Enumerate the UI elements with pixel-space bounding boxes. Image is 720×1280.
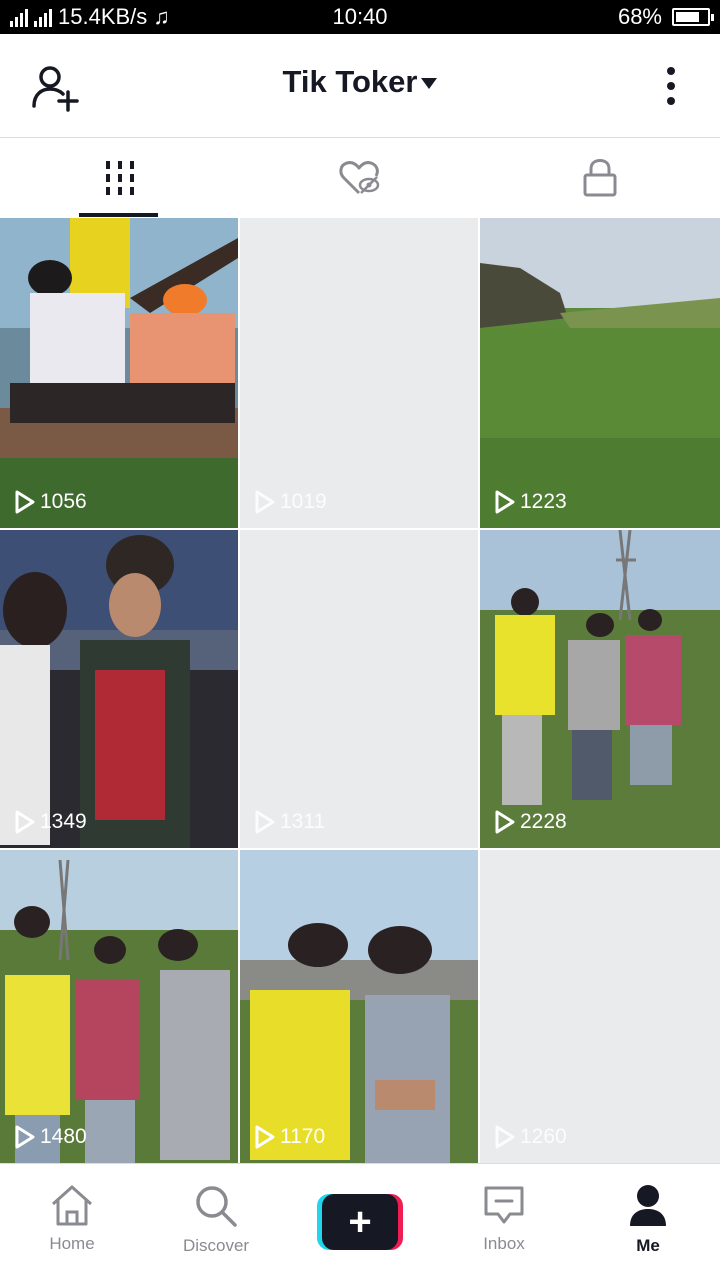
tab-private[interactable] [480,139,720,217]
view-count-value: 1170 [280,1125,326,1148]
hidden-heart-icon [339,161,380,195]
nav-me[interactable]: Me [576,1164,720,1280]
video-thumbnail[interactable]: 1223 [480,218,720,528]
view-count-value: 1260 [520,1125,567,1148]
thumbnail-image [480,530,720,848]
status-bar: 15.4KB/s ♫ 10:40 68% [0,0,720,34]
view-count-value: 2228 [520,810,567,833]
nav-discover[interactable]: Discover [144,1164,288,1280]
view-count: 1223 [494,490,567,514]
more-vertical-icon[interactable] [664,66,678,106]
view-count: 1349 [14,810,87,834]
view-count-value: 1349 [40,810,87,833]
nav-inbox-label: Inbox [483,1234,525,1253]
video-thumbnail[interactable]: 2228 [480,530,720,848]
active-tab-indicator [79,213,158,217]
thumbnail-image [0,530,238,848]
account-switcher[interactable]: Tik Toker [0,64,720,100]
page-title: Tik Toker [282,64,418,99]
view-count: 1056 [14,490,87,514]
play-icon [495,810,515,834]
profile-header: Tik Toker [0,34,720,138]
view-count-value: 1056 [40,490,87,513]
bottom-nav: Home Discover + Inbox Me [0,1163,720,1280]
view-count: 1170 [254,1125,325,1149]
video-thumbnail[interactable]: 1056 [0,218,238,528]
inbox-icon [484,1186,524,1224]
play-icon [495,1125,515,1149]
battery-percent: 68% [617,4,662,29]
tab-liked[interactable] [240,139,480,217]
video-thumbnail[interactable]: 1019 [240,218,478,528]
view-count: 1480 [14,1125,87,1149]
nav-create[interactable]: + [288,1164,432,1280]
search-icon [196,1186,237,1227]
status-time: 10:40 [332,4,388,29]
play-icon [255,810,275,834]
thumbnail-image [0,850,238,1163]
thumbnail-image [480,218,720,528]
view-count: 2228 [494,810,567,834]
view-count: 1311 [254,810,325,834]
video-thumbnail[interactable]: 1349 [0,530,238,848]
battery-icon [672,8,714,26]
thumbnail-image [0,218,238,528]
play-icon [255,490,275,514]
video-thumbnail[interactable]: 1170 [240,850,478,1163]
view-count-value: 1223 [520,490,567,513]
video-thumbnail[interactable]: 1311 [240,530,478,848]
tab-videos[interactable] [0,139,240,217]
view-count-value: 1480 [40,1125,87,1148]
play-icon [15,810,35,834]
nav-home[interactable]: Home [0,1164,144,1280]
play-icon [255,1125,275,1149]
create-button[interactable]: + [317,1194,403,1250]
view-count: 1019 [254,490,327,514]
home-icon [51,1185,93,1226]
profile-tabs [0,139,720,217]
view-count-value: 1311 [280,810,326,833]
status-right: 68% [617,4,714,30]
nav-inbox[interactable]: Inbox [432,1164,576,1280]
play-icon [15,1125,35,1149]
video-thumbnail[interactable]: 1480 [0,850,238,1163]
caret-down-icon [421,78,438,90]
nav-home-label: Home [49,1234,95,1253]
grid-icon [106,161,134,195]
play-icon [15,490,35,514]
nav-discover-label: Discover [182,1236,250,1255]
nav-me-label: Me [636,1236,660,1255]
profile-icon [630,1185,666,1226]
video-thumbnail[interactable]: 1260 [480,850,720,1163]
plus-icon: + [322,1194,398,1250]
view-count: 1260 [494,1125,567,1149]
view-count-value: 1019 [280,490,327,513]
lock-icon [583,159,617,197]
thumbnail-image [240,850,478,1163]
play-icon [495,490,515,514]
